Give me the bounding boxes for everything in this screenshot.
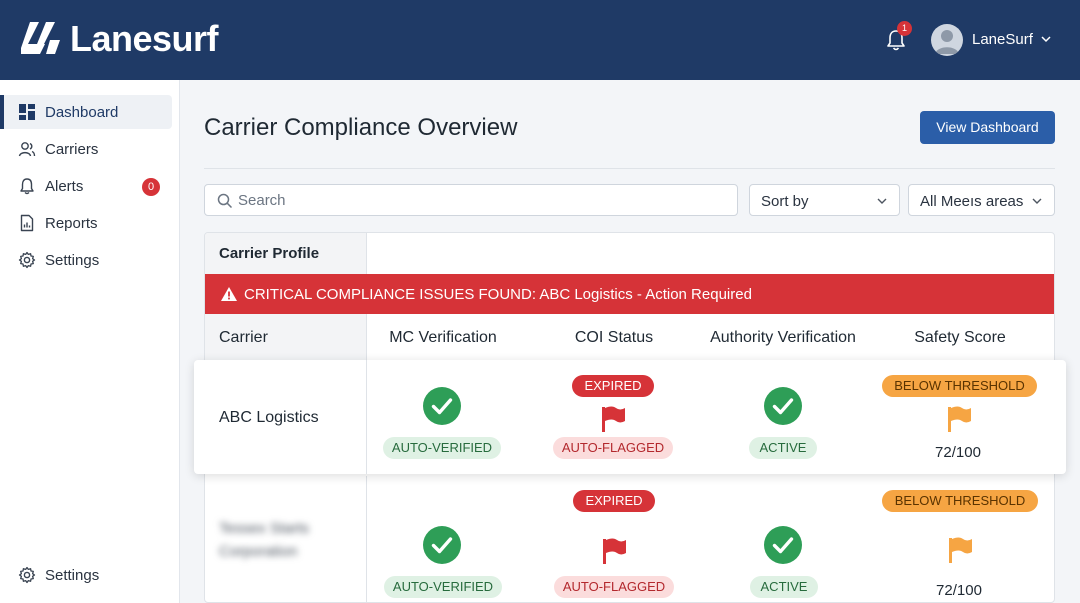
carrier-name[interactable]: ABC Logistics	[219, 409, 319, 427]
chevron-down-icon	[877, 198, 887, 204]
page-title: Carrier Compliance Overview	[204, 114, 518, 141]
carrier-profile-header: Carrier Profile	[205, 233, 367, 274]
orange-flag-icon	[949, 537, 972, 563]
sort-dropdown[interactable]: Sort by	[749, 184, 900, 216]
table-row-abc-logistics[interactable]: ABC Logistics AUTO-VERIFIED EXPIRED AUTO…	[194, 360, 1066, 474]
sidebar-item-reports[interactable]: Reports	[0, 206, 172, 240]
expired-badge: EXPIRED	[573, 490, 655, 512]
carrier-profile-label: Carrier Profile	[219, 245, 320, 262]
dashboard-icon	[19, 104, 35, 120]
column-divider	[366, 360, 367, 474]
red-flag-icon	[602, 406, 625, 432]
safety-score-value: 72/100	[935, 444, 981, 461]
sidebar-item-label: Reports	[45, 215, 98, 232]
search-box[interactable]	[204, 184, 738, 216]
gear-icon	[18, 251, 36, 269]
active-badge: ACTIVE	[749, 437, 817, 459]
below-threshold-badge: BELOW THRESHOLD	[882, 490, 1038, 512]
filter-label: All Meeıs areas	[920, 193, 1024, 210]
sidebar-item-label: Settings	[45, 252, 100, 269]
auto-flagged-badge: AUTO-FLAGGED	[554, 576, 674, 598]
alerts-count-badge: 0	[142, 178, 160, 196]
column-label: Safety Score	[914, 329, 1006, 346]
check-circle-icon	[423, 387, 461, 425]
sidebar-item-label: Carriers	[45, 141, 99, 158]
sidebar-item-label: Settings	[45, 567, 100, 584]
sidebar-bottom-settings[interactable]: Settings	[0, 560, 172, 590]
below-threshold-badge: BELOW THRESHOLD	[882, 375, 1037, 397]
search-input[interactable]	[238, 186, 728, 214]
active-badge: ACTIVE	[750, 576, 818, 598]
auto-verified-badge: AUTO-VERIFIED	[383, 437, 501, 459]
alert-text: CRITICAL COMPLIANCE ISSUES FOUND: ABC Lo…	[244, 286, 752, 303]
sidebar-item-dashboard[interactable]: Dashboard	[0, 95, 172, 129]
column-label: MC Verification	[389, 329, 497, 346]
gear-icon	[18, 566, 36, 584]
search-icon	[217, 193, 233, 209]
red-flag-icon	[603, 538, 626, 564]
sidebar-item-label: Dashboard	[45, 104, 119, 121]
critical-alert-banner[interactable]: CRITICAL COMPLIANCE ISSUES FOUND: ABC Lo…	[205, 274, 1054, 314]
column-label: Carrier	[219, 329, 268, 346]
orange-flag-icon	[948, 406, 971, 432]
warning-icon	[221, 287, 237, 301]
view-dashboard-button[interactable]: View Dashboard	[920, 111, 1055, 144]
carrier-name-blurred: Tessex Starts Corporation	[219, 520, 310, 560]
expired-badge: EXPIRED	[572, 375, 654, 397]
lanesurf-logo-icon	[21, 22, 60, 54]
check-circle-icon	[423, 526, 461, 564]
app-name: Lanesurf	[70, 18, 219, 59]
safety-score-value: 72/100	[936, 582, 982, 599]
area-filter-dropdown[interactable]: All Meeıs areas	[908, 184, 1055, 216]
notification-badge: 1	[897, 21, 912, 36]
divider	[204, 168, 1055, 169]
sidebar: Dashboard Carriers Alerts 0 Reports Sett…	[0, 80, 180, 603]
user-name[interactable]: LaneSurf	[972, 31, 1033, 48]
chevron-down-icon[interactable]	[1040, 33, 1052, 45]
auto-verified-badge: AUTO-VERIFIED	[384, 576, 502, 598]
sort-label: Sort by	[761, 193, 809, 210]
sidebar-item-label: Alerts	[45, 178, 84, 195]
sidebar-item-alerts[interactable]: Alerts 0	[0, 169, 172, 203]
report-icon	[20, 214, 34, 232]
top-bar: Lanesurf 1 LaneSurf	[0, 0, 1080, 80]
chevron-down-icon	[1032, 198, 1042, 204]
column-label: Authority Verification	[710, 329, 856, 346]
bell-icon	[20, 178, 34, 195]
check-circle-icon	[764, 526, 802, 564]
users-icon	[18, 142, 36, 157]
sidebar-item-settings[interactable]: Settings	[0, 243, 172, 277]
check-circle-icon	[764, 387, 802, 425]
sidebar-item-carriers[interactable]: Carriers	[0, 132, 172, 166]
logo[interactable]: Lanesurf	[20, 18, 219, 60]
auto-flagged-badge: AUTO-FLAGGED	[553, 437, 673, 459]
avatar[interactable]	[931, 24, 963, 56]
user-avatar-icon	[935, 30, 959, 54]
